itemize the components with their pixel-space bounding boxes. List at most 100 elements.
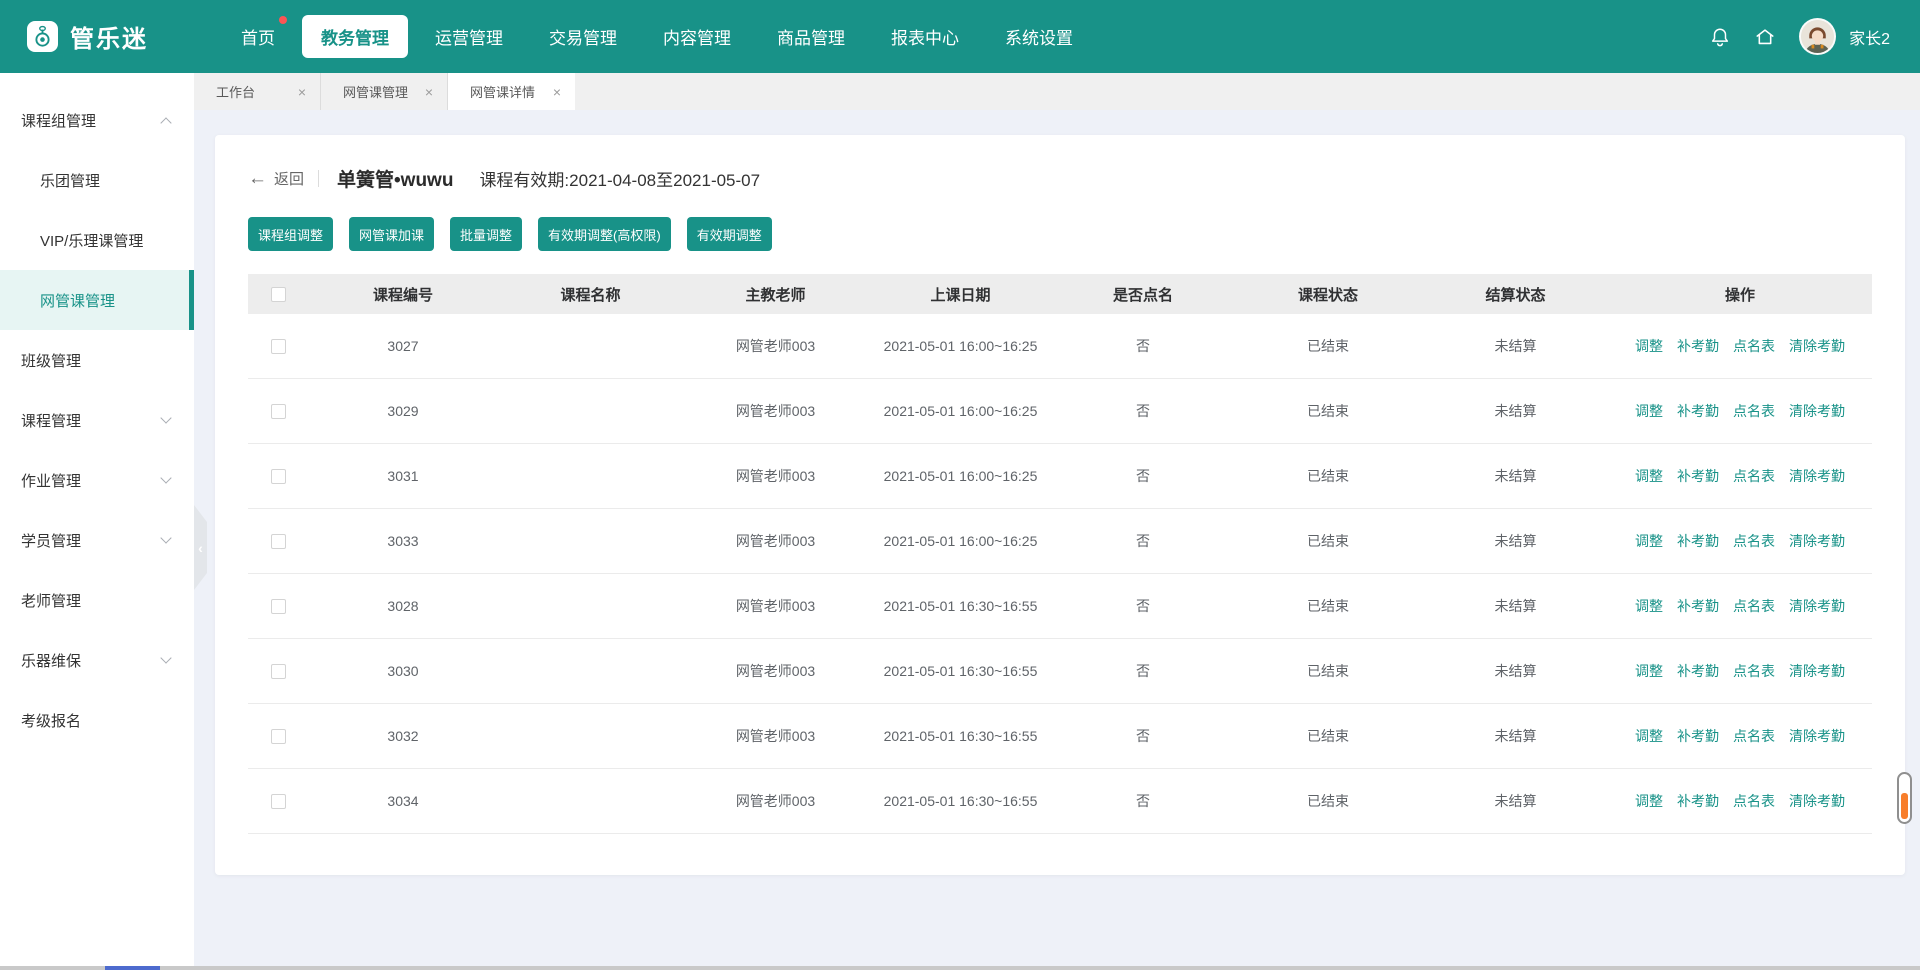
- home-icon[interactable]: [1754, 26, 1776, 48]
- horizontal-scrollbar[interactable]: [0, 966, 1920, 970]
- divider: [318, 170, 319, 187]
- row-checkbox[interactable]: [271, 599, 286, 614]
- nav-item-5[interactable]: 内容管理: [644, 15, 750, 58]
- tab-label: 工作台: [216, 82, 255, 101]
- sidebar-item[interactable]: 考级报名: [0, 690, 194, 750]
- sidebar-item[interactable]: 网管课管理: [0, 270, 194, 330]
- close-icon[interactable]: ×: [553, 84, 561, 100]
- sidebar-item[interactable]: 课程管理: [0, 390, 194, 450]
- action-button-5[interactable]: 有效期调整: [687, 217, 772, 251]
- makeup-attendance-link[interactable]: 补考勤: [1677, 401, 1719, 421]
- cell-status: 已结束: [1233, 726, 1423, 746]
- select-all-checkbox[interactable]: [271, 287, 286, 302]
- clear-attendance-link[interactable]: 清除考勤: [1789, 531, 1845, 551]
- row-checkbox[interactable]: [271, 469, 286, 484]
- nav-item-6[interactable]: 商品管理: [758, 15, 864, 58]
- rollcall-sheet-link[interactable]: 点名表: [1733, 661, 1775, 681]
- clear-attendance-link[interactable]: 清除考勤: [1789, 466, 1845, 486]
- clear-attendance-link[interactable]: 清除考勤: [1789, 661, 1845, 681]
- sidebar-item[interactable]: 乐团管理: [0, 150, 194, 210]
- makeup-attendance-link[interactable]: 补考勤: [1677, 661, 1719, 681]
- row-checkbox[interactable]: [271, 794, 286, 809]
- column-header: 课程状态: [1233, 284, 1423, 305]
- row-checkbox[interactable]: [271, 404, 286, 419]
- nav-item-label: 交易管理: [549, 29, 617, 48]
- adjust-link[interactable]: 调整: [1635, 661, 1663, 681]
- back-button[interactable]: ← 返回: [248, 168, 304, 189]
- brand[interactable]: 管乐迷: [27, 19, 148, 54]
- column-header: 主教老师: [683, 284, 868, 305]
- sidebar-item[interactable]: 老师管理: [0, 570, 194, 630]
- sidebar-item[interactable]: 乐器维保: [0, 630, 194, 690]
- tab-2[interactable]: 网管课管理 ×: [321, 73, 448, 110]
- close-icon[interactable]: ×: [298, 84, 306, 100]
- sidebar-item[interactable]: 课程组管理: [0, 90, 194, 150]
- rollcall-sheet-link[interactable]: 点名表: [1733, 466, 1775, 486]
- avatar[interactable]: [1799, 18, 1836, 55]
- clear-attendance-link[interactable]: 清除考勤: [1789, 336, 1845, 356]
- nav-item-4[interactable]: 交易管理: [530, 15, 636, 58]
- clear-attendance-link[interactable]: 清除考勤: [1789, 726, 1845, 746]
- clear-attendance-link[interactable]: 清除考勤: [1789, 791, 1845, 811]
- clear-attendance-link[interactable]: 清除考勤: [1789, 596, 1845, 616]
- adjust-link[interactable]: 调整: [1635, 401, 1663, 421]
- cell-course-no: 3030: [308, 663, 498, 679]
- cell-course-no: 3034: [308, 793, 498, 809]
- sidebar-item-label: 网管课管理: [40, 290, 115, 311]
- cell-status: 已结束: [1233, 531, 1423, 551]
- row-checkbox[interactable]: [271, 664, 286, 679]
- action-button-2[interactable]: 网管课加课: [349, 217, 434, 251]
- adjust-link[interactable]: 调整: [1635, 336, 1663, 356]
- row-checkbox[interactable]: [271, 729, 286, 744]
- makeup-attendance-link[interactable]: 补考勤: [1677, 726, 1719, 746]
- nav-item-1[interactable]: 首页: [222, 15, 294, 58]
- adjust-link[interactable]: 调整: [1635, 596, 1663, 616]
- bell-icon[interactable]: [1709, 26, 1731, 48]
- makeup-attendance-link[interactable]: 补考勤: [1677, 336, 1719, 356]
- tab-3[interactable]: 网管课详情 ×: [448, 73, 575, 110]
- cell-rollcall: 否: [1053, 401, 1233, 421]
- cell-settlement: 未结算: [1423, 596, 1608, 616]
- adjust-link[interactable]: 调整: [1635, 791, 1663, 811]
- rollcall-sheet-link[interactable]: 点名表: [1733, 596, 1775, 616]
- rollcall-sheet-link[interactable]: 点名表: [1733, 791, 1775, 811]
- close-icon[interactable]: ×: [425, 84, 433, 100]
- rollcall-sheet-link[interactable]: 点名表: [1733, 531, 1775, 551]
- makeup-attendance-link[interactable]: 补考勤: [1677, 466, 1719, 486]
- clear-attendance-link[interactable]: 清除考勤: [1789, 401, 1845, 421]
- cell-course-no: 3031: [308, 468, 498, 484]
- sidebar-item-label: 课程组管理: [21, 110, 96, 131]
- rollcall-sheet-link[interactable]: 点名表: [1733, 336, 1775, 356]
- action-button-1[interactable]: 课程组调整: [248, 217, 333, 251]
- sidebar-item[interactable]: 学员管理: [0, 510, 194, 570]
- rollcall-sheet-link[interactable]: 点名表: [1733, 401, 1775, 421]
- nav-item-8[interactable]: 系统设置: [986, 15, 1092, 58]
- action-button-3[interactable]: 批量调整: [450, 217, 522, 251]
- sidebar-item[interactable]: 作业管理: [0, 450, 194, 510]
- makeup-attendance-link[interactable]: 补考勤: [1677, 531, 1719, 551]
- course-validity: 课程有效期:2021-04-08至2021-05-07: [479, 166, 760, 191]
- makeup-attendance-link[interactable]: 补考勤: [1677, 596, 1719, 616]
- nav-item-2[interactable]: 教务管理: [302, 15, 408, 58]
- horizontal-scrollbar-thumb[interactable]: [105, 966, 160, 970]
- user-name[interactable]: 家长2: [1849, 25, 1890, 49]
- back-arrow-icon: ←: [248, 169, 267, 188]
- row-checkbox[interactable]: [271, 339, 286, 354]
- sidebar-item[interactable]: 班级管理: [0, 330, 194, 390]
- sidebar-item[interactable]: VIP/乐理课管理: [0, 210, 194, 270]
- tab-1[interactable]: 工作台 ×: [194, 73, 321, 110]
- nav-item-3[interactable]: 运营管理: [416, 15, 522, 58]
- column-header: 上课日期: [868, 284, 1053, 305]
- vertical-scrollbar[interactable]: [1897, 772, 1912, 824]
- adjust-link[interactable]: 调整: [1635, 726, 1663, 746]
- adjust-link[interactable]: 调整: [1635, 531, 1663, 551]
- row-checkbox[interactable]: [271, 534, 286, 549]
- table-row: 3033 网管老师003 2021-05-01 16:00~16:25 否 已结…: [248, 509, 1872, 574]
- action-button-4[interactable]: 有效期调整(高权限): [538, 217, 671, 251]
- rollcall-sheet-link[interactable]: 点名表: [1733, 726, 1775, 746]
- vertical-scrollbar-thumb[interactable]: [1901, 793, 1908, 819]
- adjust-link[interactable]: 调整: [1635, 466, 1663, 486]
- makeup-attendance-link[interactable]: 补考勤: [1677, 791, 1719, 811]
- nav-item-7[interactable]: 报表中心: [872, 15, 978, 58]
- tab-label: 网管课详情: [470, 82, 535, 101]
